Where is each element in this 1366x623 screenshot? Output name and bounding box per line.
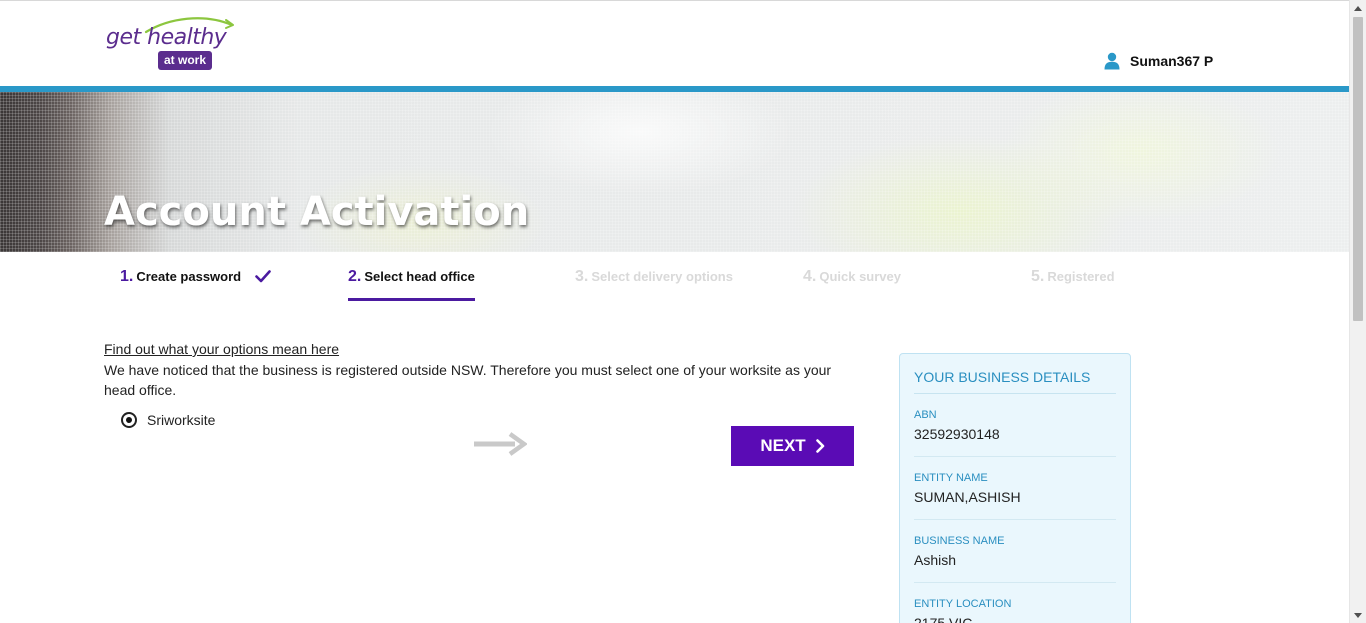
- detail-row-entity-location: ENTITY LOCATION 2175 VIC: [914, 583, 1116, 623]
- detail-value: 32592930148: [914, 426, 1000, 442]
- options-info-link[interactable]: Find out what your options mean here: [104, 341, 339, 357]
- page-scrollbar[interactable]: [1349, 0, 1366, 623]
- scroll-down-arrow-icon[interactable]: [1350, 607, 1366, 623]
- step-registered: 5. Registered: [1031, 268, 1115, 296]
- step-create-password: 1. Create password: [120, 268, 271, 296]
- worksite-option[interactable]: Sriworksite: [121, 411, 215, 429]
- head-office-notice: We have noticed that the business is reg…: [104, 362, 832, 398]
- next-button[interactable]: NEXT: [731, 426, 854, 466]
- business-details-panel: YOUR BUSINESS DETAILS ABN 32592930148 EN…: [899, 353, 1131, 623]
- detail-row-abn: ABN 32592930148: [914, 394, 1116, 457]
- detail-row-business-name: BUSINESS NAME Ashish: [914, 520, 1116, 583]
- scroll-thumb[interactable]: [1353, 17, 1363, 321]
- logo-text-secondary: at work: [158, 51, 213, 70]
- detail-value: Ashish: [914, 552, 957, 568]
- progress-steps: 1. Create password 2. Select head office 3…: [0, 252, 1349, 304]
- step-select-delivery-options: 3. Select delivery options: [575, 268, 733, 296]
- checkmark-icon: [254, 270, 271, 283]
- step-label: Select delivery options: [591, 269, 733, 284]
- step-number: 4.: [803, 268, 817, 285]
- triangle-down-icon: [1354, 612, 1362, 618]
- hero-banner: Account Activation: [0, 92, 1349, 252]
- step-number: 2.: [348, 268, 362, 285]
- detail-label: BUSINESS NAME: [914, 535, 1005, 547]
- detail-label: ENTITY NAME: [914, 472, 988, 484]
- user-icon: [1104, 52, 1120, 70]
- step-label: Quick survey: [819, 269, 901, 284]
- user-menu[interactable]: Suman367 P: [1104, 51, 1213, 71]
- next-button-label: NEXT: [760, 436, 806, 455]
- scroll-up-arrow-icon[interactable]: [1350, 0, 1366, 16]
- detail-value: SUMAN,ASHISH: [914, 489, 1021, 505]
- step-number: 3.: [575, 268, 589, 285]
- triangle-up-icon: [1354, 5, 1362, 11]
- get-healthy-logo[interactable]: get healthy at work: [104, 15, 244, 73]
- step-quick-survey: 4. Quick survey: [803, 268, 901, 296]
- worksite-radio[interactable]: [121, 412, 137, 428]
- chevron-right-icon: [815, 439, 824, 453]
- step-label: Registered: [1047, 269, 1115, 284]
- detail-label: ABN: [914, 409, 937, 421]
- step-label: Create password: [136, 269, 242, 284]
- user-name: Suman367 P: [1130, 53, 1214, 69]
- site-header: get healthy at work Suman367 P: [0, 0, 1349, 88]
- detail-value: 2175 VIC: [914, 615, 973, 623]
- arrow-right-icon: [474, 432, 527, 456]
- step-number: 5.: [1031, 268, 1045, 285]
- detail-row-entity-name: ENTITY NAME SUMAN,ASHISH: [914, 457, 1116, 520]
- step-select-head-office: 2. Select head office: [348, 268, 475, 301]
- page: get healthy at work Suman367 P Account A…: [0, 0, 1366, 623]
- business-details-title: YOUR BUSINESS DETAILS: [914, 354, 1116, 394]
- worksite-radio-label[interactable]: Sriworksite: [147, 412, 215, 428]
- step-number: 1.: [120, 268, 134, 285]
- page-title: Account Activation: [104, 189, 530, 235]
- step-label: Select head office: [364, 269, 475, 284]
- detail-label: ENTITY LOCATION: [914, 598, 1012, 610]
- logo-text-primary: get healthy: [106, 25, 227, 50]
